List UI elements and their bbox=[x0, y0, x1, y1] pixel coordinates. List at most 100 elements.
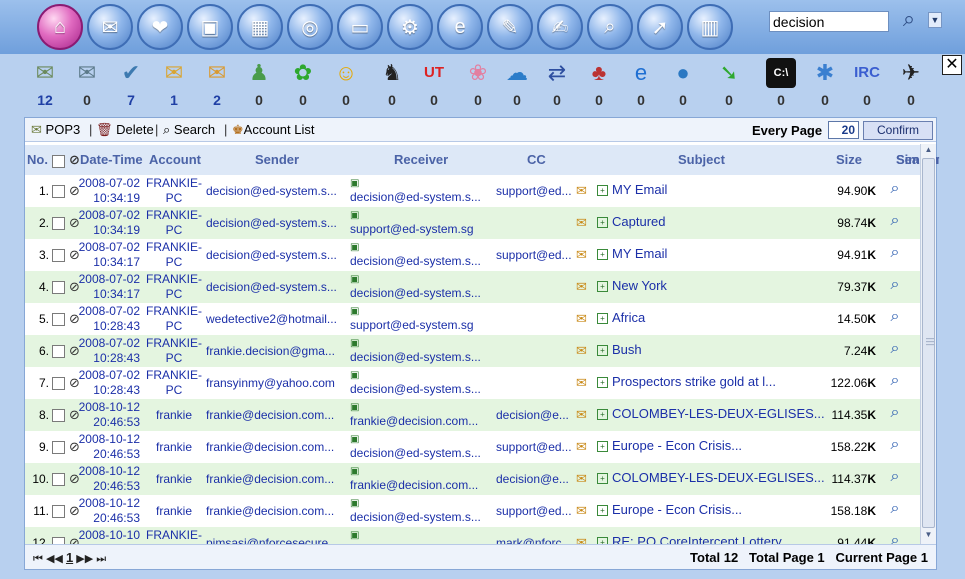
vertical-scrollbar[interactable]: ▲ — — — ▼ bbox=[920, 144, 936, 544]
row-checkbox[interactable] bbox=[52, 217, 65, 230]
col-receiver[interactable]: Receiver bbox=[394, 152, 448, 167]
select-all-checkbox[interactable] bbox=[52, 155, 65, 168]
search-dropdown-chevron-icon[interactable]: ▼ bbox=[928, 12, 942, 28]
last-page-icon[interactable]: ⏭ bbox=[96, 553, 106, 565]
row-subject[interactable]: MY Email bbox=[612, 246, 827, 261]
expand-icon[interactable]: + bbox=[597, 313, 608, 324]
source-earth[interactable]: ● 0 bbox=[664, 56, 702, 112]
magnifier-icon[interactable]: ⌕ bbox=[587, 4, 633, 50]
source-network[interactable]: ⇄ 0 bbox=[538, 56, 576, 112]
source-download-mail[interactable]: ✉ 0 bbox=[68, 56, 106, 112]
expand-icon[interactable]: + bbox=[597, 473, 608, 484]
scroll-up-icon[interactable]: ▲ bbox=[923, 145, 934, 157]
every-page-input[interactable] bbox=[828, 121, 859, 139]
similar-search-icon[interactable]: ⌕ bbox=[883, 372, 907, 394]
row-checkbox[interactable] bbox=[52, 409, 65, 422]
expand-icon[interactable]: + bbox=[597, 409, 608, 420]
col-account[interactable]: Account bbox=[149, 152, 201, 167]
table-row[interactable]: 8. ⊘ 2008-10-12 20:46:53 frankie frankie@deci… bbox=[25, 399, 920, 431]
similar-search-icon[interactable]: ⌕ bbox=[883, 532, 907, 544]
table-row[interactable]: 6. ⊘ 2008-07-02 10:28:43 FRANKIE- PC frankie.d… bbox=[25, 335, 920, 367]
pop3-button[interactable]: ✉ POP3 bbox=[31, 122, 80, 138]
row-receiver[interactable]: ▣frankie@decision.com... bbox=[350, 400, 495, 429]
table-row[interactable]: 12.⊘2008-10-10FRANKIE-PCpimsasi@nforcese… bbox=[25, 527, 920, 544]
row-sender[interactable]: decision@ed-system.s... bbox=[206, 184, 351, 198]
table-row[interactable]: 11. ⊘ 2008-10-12 20:46:53 frankie frankie@dec… bbox=[25, 495, 920, 527]
row-sender[interactable]: frankie.decision@gma... bbox=[206, 344, 351, 358]
row-receiver[interactable]: ▣frankie@decision.com... bbox=[350, 528, 495, 544]
global-search-input[interactable] bbox=[769, 11, 889, 32]
row-cc[interactable]: support@ed... bbox=[496, 504, 576, 518]
row-receiver[interactable]: ▣ decision@ed-system.s... bbox=[350, 176, 495, 205]
row-checkbox[interactable] bbox=[52, 441, 65, 454]
source-settings[interactable]: ✱ 0 bbox=[806, 56, 844, 112]
row-sender[interactable]: pimsasi@nforcesecure... bbox=[206, 536, 351, 544]
row-sender[interactable]: decision@ed-system.s... bbox=[206, 216, 351, 230]
row-cc[interactable]: decision@e... bbox=[496, 408, 576, 422]
col-subject[interactable]: Subject bbox=[678, 152, 725, 167]
row-receiver[interactable]: ▣ decision@ed-system.s... bbox=[350, 240, 495, 269]
source-envelope[interactable]: ✉ 1 bbox=[155, 56, 193, 112]
globe-icon[interactable]: ◎ bbox=[287, 4, 333, 50]
row-cc[interactable]: support@ed... bbox=[496, 184, 576, 198]
browser-icon[interactable]: e bbox=[437, 4, 483, 50]
similar-search-icon[interactable]: ⌕ bbox=[883, 500, 907, 522]
source-pop3-inbox[interactable]: ✉ 12 bbox=[26, 56, 64, 112]
expand-icon[interactable]: + bbox=[597, 345, 608, 356]
row-sender[interactable]: frankie@decision.com... bbox=[206, 504, 351, 518]
similar-search-icon[interactable]: ⌕ bbox=[883, 340, 907, 362]
row-subject[interactable]: RE: PO CoreIntercept Lottery... bbox=[612, 534, 827, 544]
row-cc[interactable]: mark@nforc... bbox=[496, 536, 576, 544]
row-subject[interactable]: Bush bbox=[612, 342, 827, 357]
row-receiver[interactable]: ▣ decision@ed-system.s... bbox=[350, 336, 495, 365]
table-row[interactable]: 5. ⊘ 2008-07-02 10:28:43 FRANKIE- PC wedetecti… bbox=[25, 303, 920, 335]
row-subject[interactable]: Africa bbox=[612, 310, 827, 325]
scroll-thumb[interactable]: — — — bbox=[922, 158, 935, 528]
source-outlook[interactable]: ✔ 7 bbox=[112, 56, 150, 112]
source-irc[interactable]: IRC 0 bbox=[848, 56, 886, 112]
row-receiver[interactable]: ▣ decision@ed-system.s... bbox=[350, 368, 495, 397]
table-row[interactable]: 2. ⊘ 2008-07-02 10:34:19 FRANKIE- PC decision@… bbox=[25, 207, 920, 239]
row-subject[interactable]: Europe - Econ Crisis... bbox=[612, 502, 827, 517]
expand-icon[interactable]: + bbox=[597, 505, 608, 516]
row-sender[interactable]: frankie@decision.com... bbox=[206, 408, 351, 422]
similar-search-icon[interactable]: ⌕ bbox=[883, 404, 907, 426]
source-webmail[interactable]: ✉ 2 bbox=[198, 56, 236, 112]
col-cc[interactable]: CC bbox=[527, 152, 546, 167]
row-checkbox[interactable] bbox=[52, 313, 65, 326]
source-cmd[interactable]: C:\ 0 bbox=[762, 56, 800, 112]
source-qq[interactable]: ♞ 0 bbox=[373, 56, 411, 112]
terminal-icon[interactable]: ▭ bbox=[337, 4, 383, 50]
prev-page-icon[interactable]: ◀◀ bbox=[46, 553, 63, 565]
row-subject[interactable]: Captured bbox=[612, 214, 827, 229]
similar-search-icon[interactable]: ⌕ bbox=[883, 308, 907, 330]
row-sender[interactable]: wedetective2@hotmail... bbox=[206, 312, 351, 326]
row-receiver[interactable]: ▣ decision@ed-system.s... bbox=[350, 432, 495, 461]
table-row[interactable]: 1. ⊘ 2008-07-02 10:34:19 FRANKIE- PC decision@… bbox=[25, 175, 920, 207]
row-receiver[interactable]: ▣ support@ed-system.sg bbox=[350, 208, 495, 237]
source-skype[interactable]: ❀ 0 bbox=[459, 56, 497, 112]
lips-icon[interactable]: ❤ bbox=[137, 4, 183, 50]
similar-search-icon[interactable]: ⌕ bbox=[883, 212, 907, 234]
source-arrow[interactable]: ➘ 0 bbox=[710, 56, 748, 112]
row-receiver[interactable]: ▣frankie@decision.com... bbox=[350, 464, 495, 493]
first-page-icon[interactable]: ⏮ bbox=[33, 553, 43, 565]
row-checkbox[interactable] bbox=[52, 537, 65, 544]
row-subject[interactable]: COLOMBEY-LES-DEUX-EGLISES... bbox=[612, 406, 827, 421]
source-ie[interactable]: e0 bbox=[622, 56, 660, 112]
expand-icon[interactable]: + bbox=[597, 217, 608, 228]
row-receiver[interactable]: ▣ decision@ed-system.s... bbox=[350, 272, 495, 301]
row-checkbox[interactable] bbox=[52, 249, 65, 262]
envelope-icon[interactable]: ✉ bbox=[87, 4, 133, 50]
table-row[interactable]: 4. ⊘ 2008-07-02 10:34:17 FRANKIE- PC decision@… bbox=[25, 271, 920, 303]
similar-search-icon[interactable]: ⌕ bbox=[883, 468, 907, 490]
search-button[interactable]: ⌕ Search bbox=[163, 122, 215, 138]
gear-icon[interactable]: ⚙ bbox=[387, 4, 433, 50]
notepad-icon[interactable]: ✍ bbox=[537, 4, 583, 50]
table-row[interactable]: 10. ⊘ 2008-10-12 20:46:53 frankie frankie@dec… bbox=[25, 463, 920, 495]
row-subject[interactable]: Europe - Econ Crisis... bbox=[612, 438, 827, 453]
row-checkbox[interactable] bbox=[52, 505, 65, 518]
delete-button[interactable]: 🗑 Delete bbox=[96, 122, 154, 138]
next-page-icon[interactable]: ▶▶ bbox=[76, 553, 93, 565]
expand-icon[interactable]: + bbox=[597, 441, 608, 452]
